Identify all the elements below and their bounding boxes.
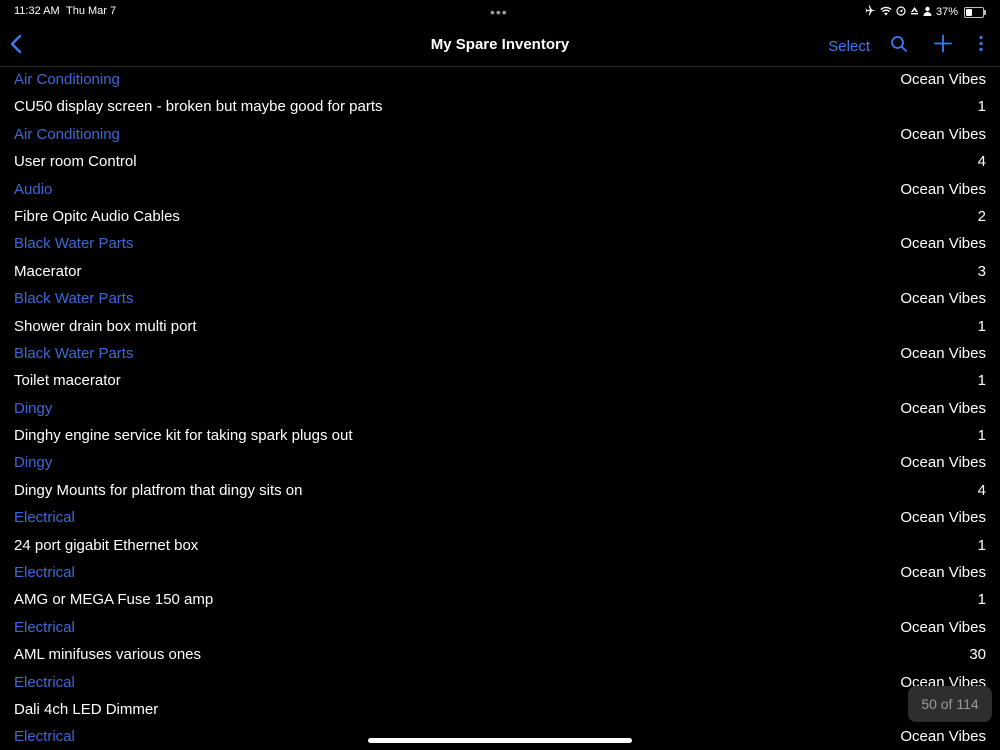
status-bar: 11:32 AM Thu Mar 7 ••• 37% [0,0,1000,24]
item-name: Shower drain box multi port [14,317,197,335]
category-row[interactable]: Black Water Parts Ocean Vibes [0,286,1000,313]
item-name: Fibre Opitc Audio Cables [14,207,180,225]
item-name: AML minifuses various ones [14,646,202,664]
item-quantity: 4 [977,481,986,499]
location-icon [896,5,906,19]
category-label: Black Water Parts [14,290,134,308]
item-name: CU50 display screen - broken but maybe g… [14,98,383,116]
item-row[interactable]: Dali 4ch LED Dimmer [0,697,1000,724]
item-quantity: 1 [977,536,986,554]
item-quantity: 30 [969,646,986,664]
location-label: Ocean Vibes [900,399,986,417]
item-name: Dingy Mounts for platfrom that dingy sit… [14,481,303,499]
item-name: User room Control [14,153,137,171]
item-quantity: 1 [977,317,986,335]
item-name: Dinghy engine service kit for taking spa… [14,427,353,445]
category-label: Dingy [14,399,53,417]
category-label: Electrical [14,728,75,746]
location-label: Ocean Vibes [900,235,986,253]
item-quantity: 1 [977,372,986,390]
category-row[interactable]: Air Conditioning Ocean Vibes [0,67,1000,94]
status-date: Thu Mar 7 [66,5,117,17]
location-label: Ocean Vibes [900,618,986,636]
airplane-icon [865,5,876,19]
item-row[interactable]: CU50 display screen - broken but maybe g… [0,94,1000,121]
category-label: Black Water Parts [14,344,134,362]
more-vertical-icon [979,35,983,52]
battery-percent: 37% [935,5,958,18]
add-button[interactable] [934,32,952,61]
select-button[interactable]: Select [828,38,870,55]
category-label: Dingy [14,454,53,472]
category-row[interactable]: Black Water Parts Ocean Vibes [0,341,1000,368]
item-row[interactable]: 24 port gigabit Ethernet box 1 [0,533,1000,560]
item-name: AMG or MEGA Fuse 150 amp [14,591,214,609]
location-label: Ocean Vibes [900,71,986,88]
multitasking-menu[interactable]: ••• [490,4,508,20]
category-label: Electrical [14,618,75,636]
location-label: Ocean Vibes [900,125,986,143]
item-quantity: 4 [977,153,986,171]
category-row[interactable]: Audio Ocean Vibes [0,177,1000,204]
category-row[interactable]: Black Water Parts Ocean Vibes [0,231,1000,258]
home-indicator[interactable] [368,738,632,743]
location-label: Ocean Vibes [900,454,986,472]
search-icon [891,36,907,52]
item-quantity: 1 [977,427,986,445]
person-icon [923,6,932,19]
location-label: Ocean Vibes [900,728,986,746]
plus-icon [934,34,952,53]
item-row[interactable]: AML minifuses various ones 30 [0,642,1000,669]
more-button[interactable] [978,32,984,61]
category-row[interactable]: Electrical Ocean Vibes [0,670,1000,697]
item-name: Dali 4ch LED Dimmer [14,700,159,718]
category-row[interactable]: Electrical Ocean Vibes [0,560,1000,587]
battery-tip [984,9,986,15]
alarm-icon [910,6,919,19]
category-row[interactable]: Electrical Ocean Vibes [0,505,1000,532]
item-row[interactable]: Macerator 3 [0,259,1000,286]
battery-icon [964,6,986,18]
item-quantity: 2 [977,207,986,225]
category-row[interactable]: Electrical Ocean Vibes [0,615,1000,642]
wifi-icon [880,6,892,19]
status-indicators: 37% [865,5,986,19]
category-row[interactable]: Air Conditioning Ocean Vibes [0,122,1000,149]
item-name: Toilet macerator [14,372,121,390]
location-label: Ocean Vibes [900,180,986,198]
item-quantity: 3 [977,262,986,280]
page-counter: 50 of 114 [908,686,992,722]
nav-actions: Select [828,32,984,61]
category-row[interactable]: Dingy Ocean Vibes [0,450,1000,477]
inventory-list[interactable]: Air Conditioning Ocean Vibes CU50 display … [0,67,1000,750]
item-row[interactable]: Shower drain box multi port 1 [0,314,1000,341]
item-row[interactable]: User room Control 4 [0,149,1000,176]
category-label: Air Conditioning [14,125,120,143]
category-label: Electrical [14,564,75,582]
item-row[interactable]: Dingy Mounts for platfrom that dingy sit… [0,478,1000,505]
search-button[interactable] [890,32,908,61]
item-quantity: 1 [977,591,986,609]
category-label: Electrical [14,673,75,691]
category-label: Black Water Parts [14,235,134,253]
category-row[interactable]: Dingy Ocean Vibes [0,396,1000,423]
item-row[interactable]: AMG or MEGA Fuse 150 amp 1 [0,587,1000,614]
status-time: 11:32 AM [14,5,60,17]
location-label: Ocean Vibes [900,564,986,582]
item-row[interactable]: Dinghy engine service kit for taking spa… [0,423,1000,450]
item-quantity: 1 [977,98,986,116]
battery-level [966,8,972,16]
category-label: Electrical [14,509,75,527]
navigation-bar: My Spare Inventory Select [0,24,1000,67]
location-label: Ocean Vibes [900,509,986,527]
location-label: Ocean Vibes [900,344,986,362]
item-row[interactable]: Fibre Opitc Audio Cables 2 [0,204,1000,231]
item-row[interactable]: Toilet macerator 1 [0,368,1000,395]
item-name: Macerator [14,262,82,280]
item-name: 24 port gigabit Ethernet box [14,536,199,554]
category-label: Air Conditioning [14,71,120,88]
category-label: Audio [14,180,53,198]
location-label: Ocean Vibes [900,290,986,308]
